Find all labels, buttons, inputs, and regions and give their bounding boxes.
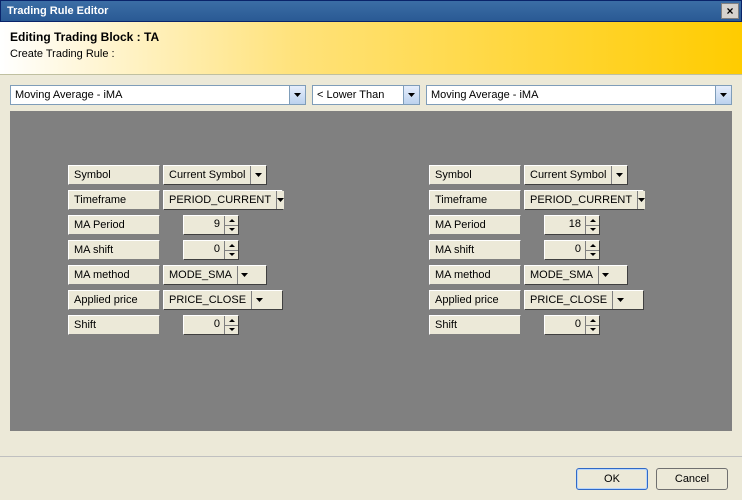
chevron-down-icon xyxy=(251,291,266,309)
left-ma-period-spinner[interactable]: 9 xyxy=(183,215,239,235)
label-applied-price: Applied price xyxy=(429,290,521,310)
indicator-right-value: Moving Average - iMA xyxy=(427,89,715,101)
chevron-down-icon xyxy=(403,86,419,104)
left-shift-spinner[interactable]: 0 xyxy=(183,315,239,335)
spin-down-icon[interactable] xyxy=(586,226,599,235)
right-symbol-select[interactable]: Current Symbol xyxy=(524,165,628,185)
label-timeframe: Timeframe xyxy=(68,190,160,210)
label-ma-shift: MA shift xyxy=(68,240,160,260)
rule-selector-row: Moving Average - iMA < Lower Than Moving… xyxy=(0,75,742,111)
header-title: Editing Trading Block : TA xyxy=(10,30,732,44)
right-applied-price-select[interactable]: PRICE_CLOSE xyxy=(524,290,644,310)
label-ma-shift: MA shift xyxy=(429,240,521,260)
spin-up-icon[interactable] xyxy=(586,316,599,326)
label-symbol: Symbol xyxy=(429,165,521,185)
right-ma-period-spinner[interactable]: 18 xyxy=(544,215,600,235)
parameters-panel: Symbol Current Symbol Timeframe PERIOD_C… xyxy=(10,111,732,431)
chevron-down-icon xyxy=(612,291,627,309)
right-shift-spinner[interactable]: 0 xyxy=(544,315,600,335)
spin-up-icon[interactable] xyxy=(225,216,238,226)
title-bar: Trading Rule Editor × xyxy=(0,0,742,22)
chevron-down-icon xyxy=(250,166,265,184)
label-shift: Shift xyxy=(68,315,160,335)
close-button[interactable]: × xyxy=(721,3,739,19)
right-timeframe-select[interactable]: PERIOD_CURRENT xyxy=(524,190,644,210)
spin-up-icon[interactable] xyxy=(586,241,599,251)
chevron-down-icon xyxy=(637,191,645,209)
chevron-down-icon xyxy=(289,86,305,104)
left-timeframe-select[interactable]: PERIOD_CURRENT xyxy=(163,190,283,210)
chevron-down-icon xyxy=(611,166,626,184)
label-ma-period: MA Period xyxy=(429,215,521,235)
label-applied-price: Applied price xyxy=(68,290,160,310)
spin-down-icon[interactable] xyxy=(225,326,238,335)
right-parameters: Symbol Current Symbol Timeframe PERIOD_C… xyxy=(371,165,732,431)
window-title: Trading Rule Editor xyxy=(7,5,721,17)
operator-value: < Lower Than xyxy=(313,89,403,101)
spin-up-icon[interactable] xyxy=(225,241,238,251)
header-subtitle: Create Trading Rule : xyxy=(10,48,732,60)
label-ma-period: MA Period xyxy=(68,215,160,235)
indicator-left-value: Moving Average - iMA xyxy=(11,89,289,101)
close-icon: × xyxy=(726,4,733,18)
left-ma-method-select[interactable]: MODE_SMA xyxy=(163,265,267,285)
spin-down-icon[interactable] xyxy=(586,251,599,260)
left-parameters: Symbol Current Symbol Timeframe PERIOD_C… xyxy=(10,165,371,431)
chevron-down-icon xyxy=(276,191,284,209)
chevron-down-icon xyxy=(598,266,613,284)
left-applied-price-select[interactable]: PRICE_CLOSE xyxy=(163,290,283,310)
label-shift: Shift xyxy=(429,315,521,335)
right-ma-method-select[interactable]: MODE_SMA xyxy=(524,265,628,285)
spin-down-icon[interactable] xyxy=(586,326,599,335)
right-ma-shift-spinner[interactable]: 0 xyxy=(544,240,600,260)
header-banner: Editing Trading Block : TA Create Tradin… xyxy=(0,22,742,75)
indicator-right-select[interactable]: Moving Average - iMA xyxy=(426,85,732,105)
ok-button[interactable]: OK xyxy=(576,468,648,490)
label-symbol: Symbol xyxy=(68,165,160,185)
chevron-down-icon xyxy=(237,266,252,284)
dialog-footer: OK Cancel xyxy=(0,456,742,500)
spin-up-icon[interactable] xyxy=(225,316,238,326)
label-ma-method: MA method xyxy=(429,265,521,285)
spin-down-icon[interactable] xyxy=(225,251,238,260)
spin-up-icon[interactable] xyxy=(586,216,599,226)
spin-down-icon[interactable] xyxy=(225,226,238,235)
chevron-down-icon xyxy=(715,86,731,104)
operator-select[interactable]: < Lower Than xyxy=(312,85,420,105)
cancel-button[interactable]: Cancel xyxy=(656,468,728,490)
left-ma-shift-spinner[interactable]: 0 xyxy=(183,240,239,260)
indicator-left-select[interactable]: Moving Average - iMA xyxy=(10,85,306,105)
label-timeframe: Timeframe xyxy=(429,190,521,210)
left-symbol-select[interactable]: Current Symbol xyxy=(163,165,267,185)
label-ma-method: MA method xyxy=(68,265,160,285)
